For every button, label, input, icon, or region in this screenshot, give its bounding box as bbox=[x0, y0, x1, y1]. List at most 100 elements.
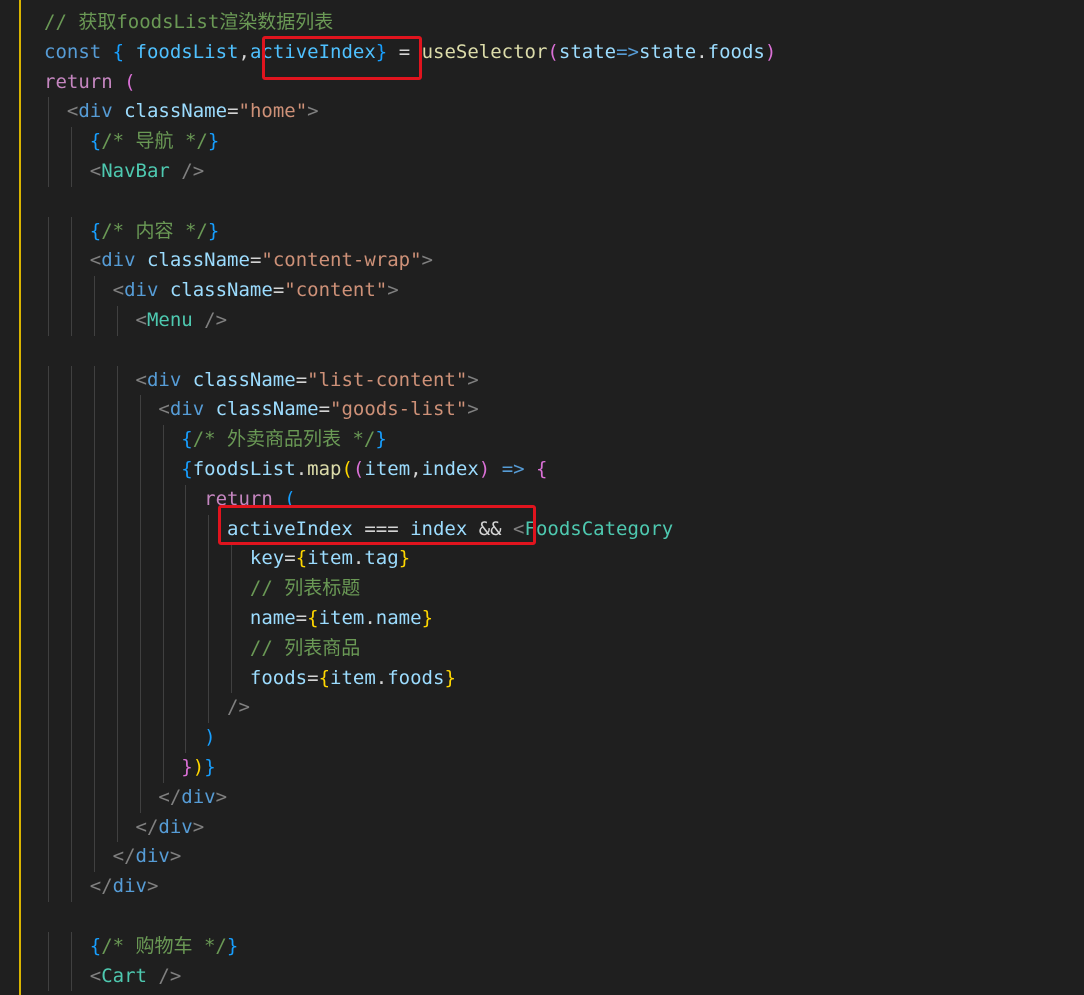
code-line[interactable]: // 列表商品 bbox=[44, 633, 776, 664]
code-line[interactable]: </div> bbox=[44, 782, 776, 813]
code-token: ( bbox=[547, 40, 559, 63]
indent-guide bbox=[162, 752, 164, 783]
indent-guide bbox=[162, 454, 164, 485]
code-token: </ bbox=[89, 875, 113, 898]
indent-guide bbox=[162, 663, 164, 694]
indent-guide bbox=[70, 246, 72, 277]
code-line[interactable]: </div> bbox=[44, 842, 776, 873]
code-line[interactable]: <NavBar /> bbox=[44, 156, 776, 187]
code-line[interactable]: </div> bbox=[44, 812, 776, 843]
code-token: . bbox=[375, 666, 388, 689]
indent-guide bbox=[48, 961, 49, 992]
code-token: className bbox=[135, 249, 250, 272]
indent-guide bbox=[70, 842, 72, 873]
code-line[interactable] bbox=[44, 336, 776, 366]
code-token: = bbox=[227, 100, 239, 123]
code-token: > bbox=[169, 845, 182, 868]
code-token: /> bbox=[169, 159, 205, 182]
code-token: > bbox=[307, 100, 319, 123]
code-token: Menu bbox=[146, 308, 193, 331]
code-token: < bbox=[158, 398, 170, 421]
code-line[interactable]: <div className="content"> bbox=[44, 276, 776, 306]
code-token: className bbox=[112, 100, 228, 123]
code-line[interactable]: {/* 内容 */} bbox=[44, 216, 776, 247]
indent-guide bbox=[48, 216, 49, 247]
code-token: } bbox=[226, 934, 239, 957]
code-line[interactable]: {foodsList.map((item,index) => { bbox=[44, 454, 776, 485]
indent-guide bbox=[139, 514, 141, 545]
code-token: "content" bbox=[284, 279, 388, 302]
code-token: foodsList bbox=[124, 40, 239, 63]
code-line[interactable]: <Menu /> bbox=[44, 305, 776, 336]
indent-guide bbox=[139, 395, 141, 426]
indent-guide bbox=[48, 931, 49, 962]
indent-guide bbox=[48, 156, 49, 187]
code-token: /* 导航 */ bbox=[101, 130, 208, 153]
indent-guide bbox=[116, 663, 118, 694]
code-token: = bbox=[272, 279, 285, 302]
indent-guide bbox=[116, 484, 118, 515]
code-area[interactable]: // 获取foodsList渲染数据列表 const { foodsList,ac… bbox=[44, 8, 776, 992]
indent-guide bbox=[48, 812, 49, 843]
indent-guide bbox=[93, 425, 95, 455]
code-token: } bbox=[421, 606, 434, 629]
code-token: state bbox=[558, 40, 617, 63]
code-token: { bbox=[89, 219, 102, 242]
indent-guide bbox=[185, 574, 187, 604]
code-line[interactable]: </div> bbox=[44, 872, 776, 902]
code-line[interactable]: <div className="content-wrap"> bbox=[44, 246, 776, 277]
code-token: . bbox=[364, 606, 376, 629]
code-token: /* 购物车 */ bbox=[101, 934, 227, 957]
indent-guide bbox=[48, 484, 49, 515]
indent-guide bbox=[116, 544, 118, 575]
code-line[interactable] bbox=[44, 902, 776, 932]
indent-guide bbox=[116, 633, 118, 664]
code-token: /> bbox=[227, 696, 250, 719]
code-line[interactable]: <div className="goods-list"> bbox=[44, 395, 776, 426]
code-token: } bbox=[207, 130, 220, 153]
code-editor[interactable]: // 获取foodsList渲染数据列表 const { foodsList,ac… bbox=[0, 0, 1084, 995]
code-token: . bbox=[696, 40, 708, 63]
indent-guide bbox=[116, 723, 118, 753]
code-line[interactable]: foods={item.foods} bbox=[44, 663, 776, 694]
code-line[interactable]: {/* 购物车 */} bbox=[44, 931, 776, 962]
indent-guide bbox=[185, 514, 187, 545]
indent-guide bbox=[70, 395, 72, 426]
indent-guide bbox=[70, 782, 72, 813]
code-token: div bbox=[181, 785, 216, 808]
code-token: key bbox=[249, 547, 285, 570]
code-token: ( bbox=[352, 457, 365, 480]
indent-guide bbox=[185, 603, 187, 634]
indent-guide bbox=[48, 842, 49, 873]
code-line[interactable]: // 列表标题 bbox=[44, 574, 776, 604]
indent-guide bbox=[162, 603, 164, 634]
code-line[interactable]: {/* 导航 */} bbox=[44, 127, 776, 157]
code-line[interactable]: ) bbox=[44, 723, 776, 753]
code-token: = bbox=[295, 368, 308, 391]
indent-guide bbox=[93, 514, 95, 545]
indent-guide bbox=[139, 454, 141, 485]
code-line[interactable]: <Cart /> bbox=[44, 961, 776, 992]
code-token: ( bbox=[341, 457, 353, 480]
code-line[interactable]: // 获取foodsList渲染数据列表 bbox=[44, 8, 776, 38]
code-line[interactable]: {/* 外卖商品列表 */} bbox=[44, 425, 776, 455]
indent-guide bbox=[93, 782, 95, 813]
code-line[interactable]: <div className="home"> bbox=[44, 97, 776, 128]
code-line[interactable] bbox=[44, 187, 776, 217]
code-line[interactable]: /> bbox=[44, 693, 776, 724]
code-line[interactable]: key={item.tag} bbox=[44, 544, 776, 575]
code-line[interactable]: })} bbox=[44, 752, 776, 783]
code-line[interactable]: <div className="list-content"> bbox=[44, 365, 776, 396]
code-line[interactable]: name={item.name} bbox=[44, 603, 776, 634]
